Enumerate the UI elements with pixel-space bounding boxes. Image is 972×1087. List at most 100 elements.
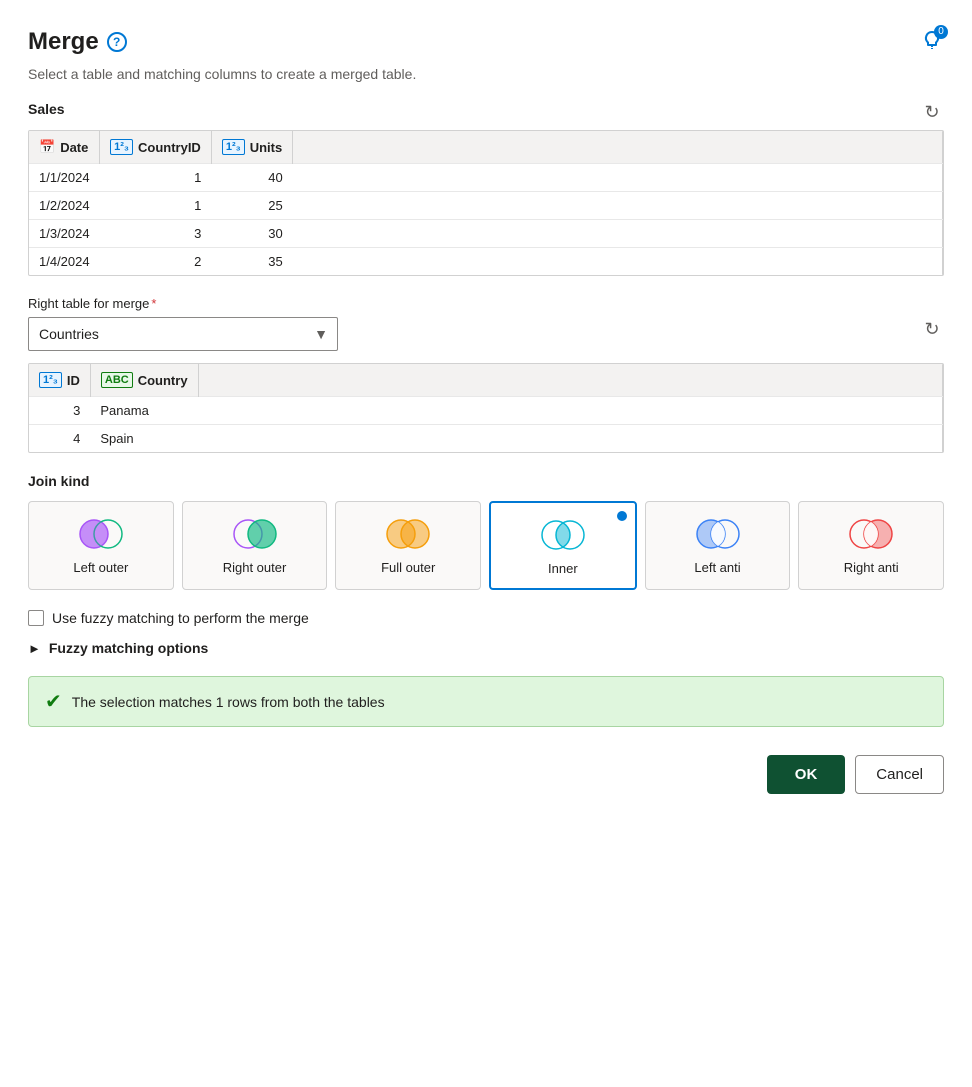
footer-buttons: OK Cancel [28, 755, 944, 794]
join-card-inner[interactable]: Inner [489, 501, 637, 590]
sales-table-header: 📅 Date 1²₃ CountryID 1²₃ Units [29, 131, 943, 164]
bulb-badge: 0 [934, 25, 948, 39]
join-kind-section: Join kind Left outer Right outer [28, 473, 944, 590]
table-row: 3 Panama [29, 397, 943, 425]
join-card-full-outer[interactable]: Full outer [335, 501, 481, 590]
fuzzy-options-row[interactable]: ► Fuzzy matching options [28, 640, 944, 656]
left-anti-icon [692, 516, 744, 552]
num-icon-id: 1²₃ [39, 372, 62, 388]
fuzzy-options-label: Fuzzy matching options [49, 640, 208, 656]
abc-icon-country: ABC [101, 372, 133, 388]
join-card-left-anti-label: Left anti [694, 560, 740, 575]
page-title: Merge [28, 28, 99, 56]
join-card-right-anti[interactable]: Right anti [798, 501, 944, 590]
fuzzy-checkbox[interactable] [28, 610, 44, 626]
num-icon-units: 1²₃ [222, 139, 245, 155]
cell-empty-3 [293, 220, 943, 248]
join-card-left-outer[interactable]: Left outer [28, 501, 174, 590]
cell-units-3: 30 [211, 220, 292, 248]
right-table-select-row: Countries Sales ▼ ↻ [28, 317, 944, 363]
countries-table-body: 3 Panama 4 Spain [29, 397, 943, 453]
col-date: 📅 Date [29, 131, 100, 164]
required-star: * [151, 296, 156, 311]
ok-button[interactable]: OK [767, 755, 846, 794]
cell-id-2: 4 [29, 425, 90, 453]
col-country: ABC Country [90, 364, 198, 397]
cell-date-3: 1/3/2024 [29, 220, 100, 248]
right-table-label: Right table for merge* [28, 296, 944, 311]
join-card-right-outer[interactable]: Right outer [182, 501, 328, 590]
table-row: 1/4/2024 2 35 [29, 248, 943, 276]
join-card-right-outer-label: Right outer [223, 560, 287, 575]
join-card-left-outer-label: Left outer [73, 560, 128, 575]
table-row: 4 Spain [29, 425, 943, 453]
top-table-header-row: Sales ↻ [28, 100, 944, 124]
cancel-button[interactable]: Cancel [855, 755, 944, 794]
cell-empty-c2 [198, 425, 942, 453]
left-outer-icon [75, 516, 127, 552]
cell-units-1: 40 [211, 164, 292, 192]
fuzzy-checkbox-label: Use fuzzy matching to perform the merge [52, 610, 309, 626]
cell-units-4: 35 [211, 248, 292, 276]
table-row: 1/3/2024 3 30 [29, 220, 943, 248]
right-table-dropdown[interactable]: Countries Sales [28, 317, 338, 351]
cal-icon: 📅 [39, 139, 55, 155]
selected-dot [615, 509, 629, 523]
cell-empty-2 [293, 192, 943, 220]
full-outer-icon [382, 516, 434, 552]
cell-date-4: 1/4/2024 [29, 248, 100, 276]
num-icon-countryid: 1²₃ [110, 139, 133, 155]
col-empty-countries [198, 364, 942, 397]
status-check-icon: ✔ [45, 689, 62, 714]
top-table-name: Sales [28, 101, 65, 117]
sales-table: 📅 Date 1²₃ CountryID 1²₃ Units [29, 131, 943, 275]
cell-cid-3: 3 [100, 220, 212, 248]
right-table-refresh-icon[interactable]: ↻ [920, 317, 944, 341]
join-card-full-outer-label: Full outer [381, 560, 435, 575]
chevron-right-icon: ► [28, 641, 41, 656]
cell-id-1: 3 [29, 397, 90, 425]
join-card-left-anti[interactable]: Left anti [645, 501, 791, 590]
join-card-right-anti-label: Right anti [844, 560, 899, 575]
right-table-dropdown-wrap: Countries Sales ▼ [28, 317, 338, 351]
cell-country-2: Spain [90, 425, 198, 453]
status-banner: ✔ The selection matches 1 rows from both… [28, 676, 944, 727]
status-message: The selection matches 1 rows from both t… [72, 694, 385, 710]
cell-date-2: 1/2/2024 [29, 192, 100, 220]
countries-table-header: 1²₃ ID ABC Country [29, 364, 943, 397]
cell-cid-1: 1 [100, 164, 212, 192]
right-table-section: Right table for merge* Countries Sales ▼… [28, 296, 944, 453]
cell-units-2: 25 [211, 192, 292, 220]
top-table-container: 📅 Date 1²₃ CountryID 1²₃ Units [28, 130, 944, 276]
cell-empty-4 [293, 248, 943, 276]
subtitle: Select a table and matching columns to c… [28, 66, 944, 82]
help-icon[interactable]: ? [107, 32, 127, 52]
inner-icon [537, 517, 589, 553]
table-row: 1/1/2024 1 40 [29, 164, 943, 192]
header-row: Merge ? 0 [28, 28, 944, 56]
cell-date-1: 1/1/2024 [29, 164, 100, 192]
cell-country-1: Panama [90, 397, 198, 425]
right-anti-icon [845, 516, 897, 552]
join-options-container: Left outer Right outer Full outer [28, 501, 944, 590]
join-card-inner-label: Inner [548, 561, 578, 576]
sales-table-body: 1/1/2024 1 40 1/2/2024 1 25 1/3/2024 3 3… [29, 164, 943, 276]
col-countryid: 1²₃ CountryID [100, 131, 212, 164]
fuzzy-checkbox-row: Use fuzzy matching to perform the merge [28, 610, 944, 626]
col-units: 1²₃ Units [211, 131, 292, 164]
join-kind-label: Join kind [28, 473, 944, 489]
col-id: 1²₃ ID [29, 364, 90, 397]
top-table-refresh-icon[interactable]: ↻ [920, 100, 944, 124]
cell-cid-4: 2 [100, 248, 212, 276]
top-table-section: Sales ↻ 📅 Date 1²₃ CountryID [28, 100, 944, 276]
countries-table-container: 1²₃ ID ABC Country 3 Pa [28, 363, 944, 453]
cell-cid-2: 1 [100, 192, 212, 220]
cell-empty-1 [293, 164, 943, 192]
countries-table: 1²₃ ID ABC Country 3 Pa [29, 364, 943, 452]
bulb-icon-wrap[interactable]: 0 [920, 29, 944, 56]
cell-empty-c1 [198, 397, 942, 425]
col-empty [293, 131, 943, 164]
table-row: 1/2/2024 1 25 [29, 192, 943, 220]
title-group: Merge ? [28, 28, 127, 56]
right-outer-icon [229, 516, 281, 552]
